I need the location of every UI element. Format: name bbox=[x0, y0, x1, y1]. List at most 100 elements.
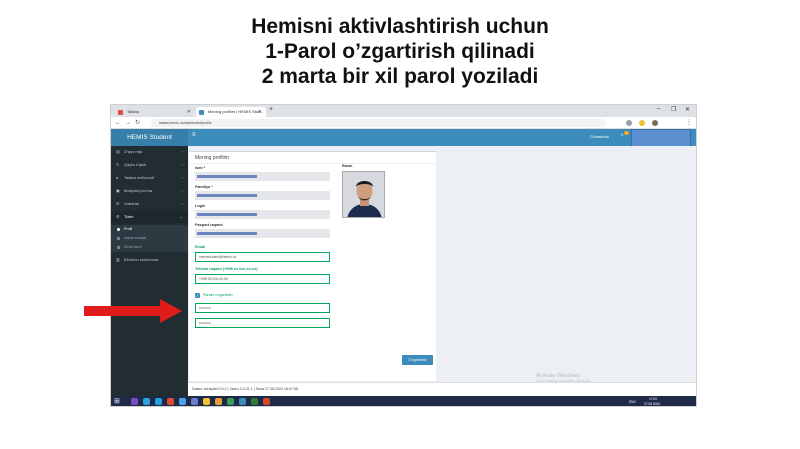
keyboard-language[interactable]: ENG bbox=[629, 400, 636, 404]
maximize-button[interactable]: ❐ bbox=[671, 106, 676, 113]
passport-label: Pasport raqami bbox=[195, 223, 223, 227]
phone-label: Telefon raqami (+998 xx xxx-xx-xx) bbox=[195, 267, 258, 271]
sidebar-item-elektron-kutubxona[interactable]: ▥ Elektron kutubxona bbox=[111, 254, 188, 266]
close-icon[interactable]: ✕ bbox=[187, 107, 191, 117]
close-icon[interactable]: ✕ bbox=[258, 107, 262, 117]
sidebar-subitem-label: Profil bbox=[124, 227, 133, 231]
bell-icon[interactable]: ◔ bbox=[620, 133, 624, 139]
taskbar-app-icon[interactable] bbox=[239, 398, 246, 405]
taskbar-app-icon[interactable] bbox=[155, 398, 162, 405]
chevron-left-icon: ‹ bbox=[181, 201, 183, 206]
sidebar-item-oquv-reja[interactable]: ▤ O'quv reja ‹ bbox=[111, 146, 188, 158]
extension-icon[interactable] bbox=[626, 120, 632, 126]
app-brand[interactable]: HEMIS Student bbox=[111, 129, 188, 146]
first-name-label: Ismi * bbox=[195, 166, 206, 170]
new-tab-button[interactable]: + bbox=[269, 106, 273, 113]
sidebar-subitem-label: Xabarnomalar bbox=[124, 236, 147, 240]
redacted-value bbox=[197, 213, 257, 216]
minimize-button[interactable]: – bbox=[657, 106, 660, 112]
checkbox-checked-icon[interactable]: ✓ bbox=[195, 293, 200, 298]
sidebar-item-label: O'quv reja bbox=[124, 149, 143, 154]
envelope-icon: ✉ bbox=[116, 201, 120, 206]
new-password-input[interactable]: •••••••••• bbox=[195, 303, 330, 313]
circle-icon bbox=[117, 228, 120, 231]
bookmark-icon[interactable] bbox=[639, 120, 645, 126]
app-topbar: HEMIS Student ≡ O'zbekcha ◔ 1 bbox=[111, 129, 696, 149]
red-arrow-annotation bbox=[84, 299, 182, 323]
chevron-left-icon: ‹ bbox=[181, 188, 183, 193]
windows-taskbar: ⊞ ENG 17:00 27.08.2024 bbox=[111, 396, 696, 406]
taskbar-app-icon[interactable] bbox=[227, 398, 234, 405]
app-footer: Dastur versiyasi 0.9.2 | Yadro 2.0.41.1 … bbox=[188, 382, 696, 396]
sidebar-item-label: Moliyaviy ko'rsa bbox=[124, 188, 153, 193]
profile-photo bbox=[342, 171, 385, 218]
taskbar-time: 17:00 bbox=[649, 397, 657, 401]
slide-title-line-3: 2 marta bir xil parol yoziladi bbox=[261, 65, 539, 88]
sidebar-item-label: Xabarlar bbox=[124, 201, 140, 206]
sidebar-item-label: Tizim bbox=[124, 214, 134, 219]
taskbar-app-icon[interactable] bbox=[251, 398, 258, 405]
avatar bbox=[343, 172, 384, 217]
taskbar-app-icon[interactable] bbox=[179, 398, 186, 405]
email-input[interactable]: xtemsstudent@hemis.uz bbox=[195, 252, 330, 262]
menu-toggle-icon[interactable]: ≡ bbox=[192, 132, 196, 138]
browser-tab-strip: Talaba ✕ Mening profilim | HEMIS Stud...… bbox=[111, 105, 696, 117]
redacted-value bbox=[197, 232, 257, 235]
sidebar-item-xabarlar[interactable]: ✉ Xabarlar ‹ bbox=[111, 198, 188, 210]
reload-icon[interactable]: ↻ bbox=[135, 119, 140, 127]
taskbar-app-icon[interactable] bbox=[203, 398, 210, 405]
change-password-label: Parolni o'zgartirish bbox=[203, 293, 233, 297]
sidebar-item-moliyaviy[interactable]: ▣ Moliyaviy ko'rsa ‹ bbox=[111, 185, 188, 197]
confirm-password-input[interactable]: •••••••••• bbox=[195, 318, 330, 328]
arrow-head bbox=[160, 299, 182, 323]
address-bar[interactable]: talaba.hemis.uz/dashboard/profile bbox=[151, 119, 606, 127]
chevron-left-icon: ‹ bbox=[181, 149, 183, 154]
taskbar-app-icon[interactable] bbox=[143, 398, 150, 405]
slide-title: Hemisni aktivlashtirish uchun 1-Parol o’… bbox=[0, 14, 800, 89]
browser-tab-talaba[interactable]: Talaba ✕ bbox=[115, 107, 195, 117]
sidebar: ▤ O'quv reja ‹ ↻ Qayta o'qish ‹ ● Talaba… bbox=[111, 146, 188, 406]
kebab-menu-icon[interactable]: ⋮ bbox=[686, 119, 692, 127]
money-icon: ▣ bbox=[116, 188, 120, 193]
redacted-value bbox=[197, 194, 257, 197]
book-icon: ▤ bbox=[116, 149, 120, 154]
windows-start-icon[interactable]: ⊞ bbox=[114, 398, 122, 406]
screenshot-frame: Talaba ✕ Mening profilim | HEMIS Stud...… bbox=[110, 104, 697, 407]
close-window-button[interactable]: ✕ bbox=[685, 106, 690, 113]
taskbar-app-icon[interactable] bbox=[263, 398, 270, 405]
passport-field bbox=[195, 229, 330, 238]
sidebar-item-qayta-oqish[interactable]: ↻ Qayta o'qish ‹ bbox=[111, 159, 188, 171]
sidebar-item-tizim[interactable]: ⚙ Tizim ⌄ bbox=[111, 211, 188, 223]
user-icon: ● bbox=[116, 175, 119, 180]
arrow-shaft bbox=[84, 306, 162, 316]
sidebar-item-label: Elektron kutubxona bbox=[124, 257, 159, 262]
sidebar-subitem-profil[interactable]: Profil bbox=[111, 225, 188, 234]
browser-tab-profile[interactable]: Mening profilim | HEMIS Stud... ✕ bbox=[196, 107, 266, 117]
taskbar-app-icon[interactable] bbox=[191, 398, 198, 405]
sidebar-subitem-kirish-tarixi[interactable]: Kirish tarixi bbox=[111, 243, 188, 252]
divider bbox=[189, 163, 436, 164]
browser-tab-label: Talaba bbox=[127, 109, 139, 114]
phone-input[interactable]: +998 93 026-00-06 bbox=[195, 274, 330, 284]
profile-panel: Mening profilim Ismi * Familiya * Login … bbox=[189, 151, 436, 381]
browser-tab-label: Mening profilim | HEMIS Stud... bbox=[208, 109, 264, 114]
photo-label: Rasm bbox=[342, 164, 353, 168]
tab-favicon-icon bbox=[118, 110, 123, 115]
taskbar-app-icon[interactable] bbox=[131, 398, 138, 405]
login-label: Login bbox=[195, 204, 206, 208]
taskbar-app-icon[interactable] bbox=[167, 398, 174, 405]
profile-avatar-icon[interactable] bbox=[652, 120, 658, 126]
taskbar-app-icon[interactable] bbox=[215, 398, 222, 405]
save-password-button[interactable]: O'zgartirish bbox=[402, 355, 433, 365]
forward-icon[interactable]: → bbox=[125, 119, 131, 127]
sidebar-item-label: Qayta o'qish bbox=[124, 162, 147, 167]
sidebar-item-talaba-malumoti[interactable]: ● Talaba ma'lumoti ‹ bbox=[111, 172, 188, 184]
gear-icon: ⚙ bbox=[116, 214, 120, 219]
language-selector[interactable]: O'zbekcha bbox=[590, 134, 609, 139]
back-icon[interactable]: ← bbox=[115, 119, 121, 127]
sidebar-subitem-xabarnomalar[interactable]: Xabarnomalar bbox=[111, 234, 188, 243]
sidebar-item-label: Talaba ma'lumoti bbox=[124, 175, 154, 180]
first-name-field bbox=[195, 172, 330, 181]
panel-title: Mening profilim bbox=[195, 155, 229, 161]
browser-toolbar: ← → ↻ talaba.hemis.uz/dashboard/profile … bbox=[111, 117, 696, 129]
